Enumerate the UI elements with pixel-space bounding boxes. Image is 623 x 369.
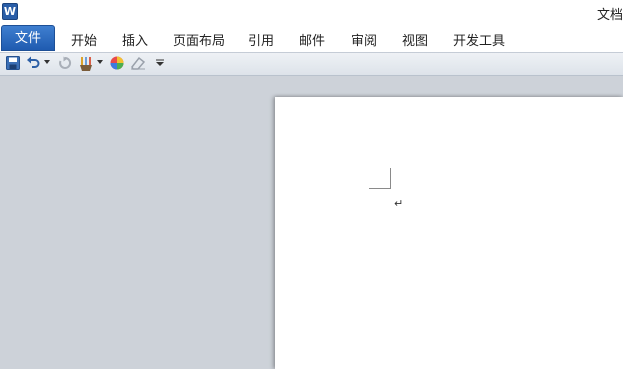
ribbon-tab-bar: 文件 开始 插入 页面布局 引用 邮件 审阅 视图 开发工具	[0, 24, 623, 53]
word-logo-icon[interactable]: W	[2, 3, 18, 20]
tab-developer[interactable]: 开发工具	[453, 30, 505, 49]
tab-home[interactable]: 开始	[71, 30, 97, 49]
undo-icon[interactable]	[26, 56, 40, 72]
dropdown-arrow-icon[interactable]	[97, 60, 103, 76]
tab-page-layout[interactable]: 页面布局	[173, 30, 225, 49]
tab-file[interactable]: 文件	[1, 25, 55, 51]
tab-references[interactable]: 引用	[248, 30, 274, 49]
customize-dropdown-icon[interactable]	[156, 59, 164, 75]
dropdown-arrow-icon[interactable]	[44, 60, 50, 76]
eraser-icon[interactable]	[130, 56, 146, 72]
tab-mailings[interactable]: 邮件	[299, 30, 325, 49]
title-bar: W 文档	[0, 0, 623, 24]
margin-corner-mark	[369, 168, 391, 189]
tab-insert[interactable]: 插入	[122, 30, 148, 49]
paintbrush-icon[interactable]	[78, 56, 96, 72]
quick-access-toolbar	[0, 53, 623, 76]
tab-view[interactable]: 视图	[402, 30, 428, 49]
save-icon[interactable]	[6, 56, 20, 72]
paragraph-mark: ↵	[394, 197, 404, 210]
document-title: 文档	[596, 8, 623, 23]
redo-icon[interactable]	[58, 56, 72, 72]
tab-review[interactable]: 审阅	[351, 30, 377, 49]
document-page[interactable]	[275, 97, 623, 369]
color-wheel-icon[interactable]	[110, 56, 124, 72]
